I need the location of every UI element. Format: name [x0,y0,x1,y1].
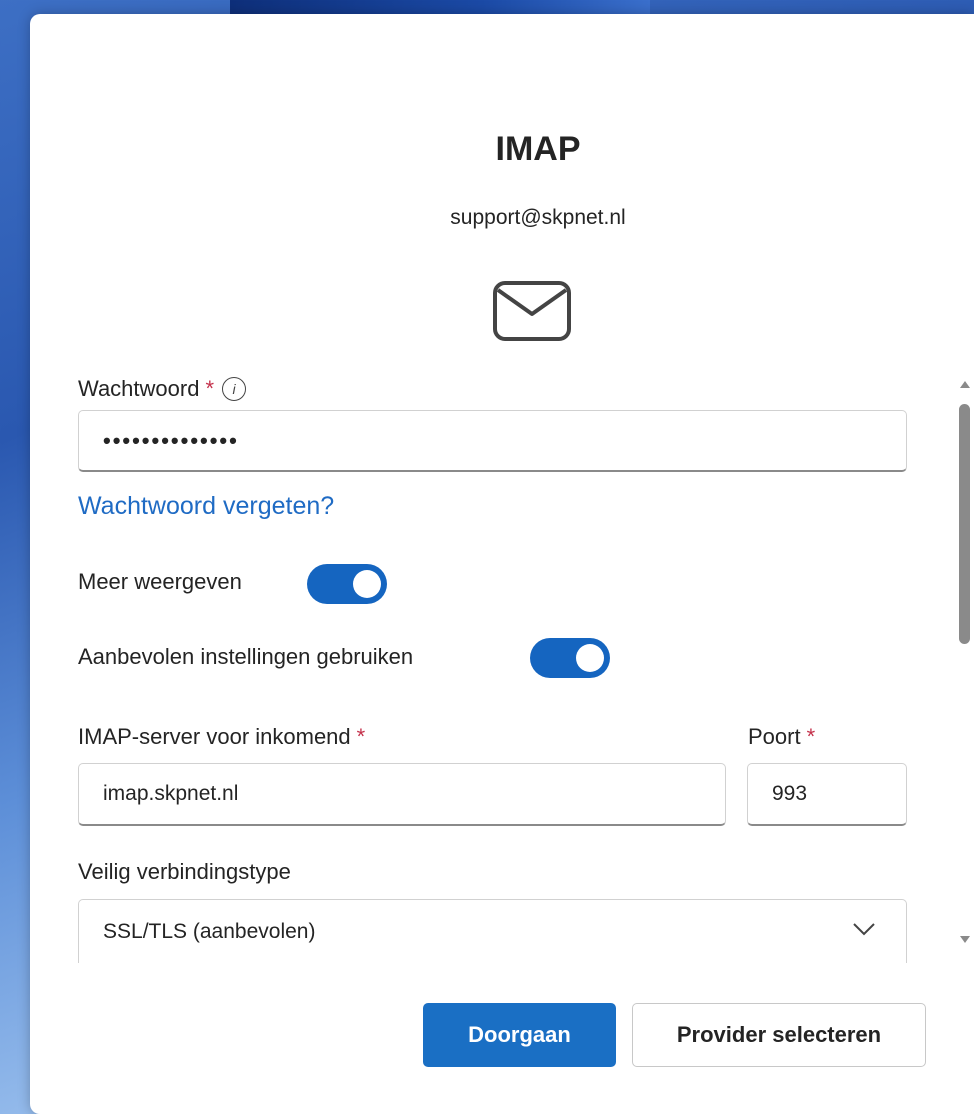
required-mark: * [806,724,816,749]
toggle-knob [353,570,381,598]
required-mark: * [205,376,215,401]
port-label-text: Poort [748,724,801,749]
port-input[interactable]: 993 [747,763,907,826]
imap-server-input[interactable]: imap.skpnet.nl [78,763,726,826]
required-mark: * [356,724,366,749]
chevron-down-icon [853,923,875,936]
password-label: Wachtwoord * i [78,376,247,402]
port-value: 993 [772,782,808,805]
connection-type-value: SSL/TLS (aanbevolen) [103,919,316,943]
password-field[interactable]: •••••••••••••• [78,410,907,472]
scroll-up-arrow[interactable] [960,381,970,388]
imap-server-label: IMAP-server voor inkomend * [78,724,365,750]
select-provider-button[interactable]: Provider selecteren [632,1003,926,1067]
recommended-settings-label: Aanbevolen instellingen gebruiken [78,644,414,669]
password-label-text: Wachtwoord [78,376,200,401]
password-value: •••••••••••••• [103,427,239,453]
scroll-down-arrow[interactable] [960,936,970,943]
mail-envelope-icon [493,281,571,341]
forgot-password-link[interactable]: Wachtwoord vergeten? [78,492,334,521]
imap-server-label-text: IMAP-server voor inkomend [78,724,351,749]
info-icon[interactable]: i [222,377,247,401]
toggle-knob [576,644,604,672]
account-email: support@skpnet.nl [450,206,626,229]
imap-server-value: imap.skpnet.nl [103,782,239,805]
continue-button[interactable]: Doorgaan [423,1003,616,1067]
show-more-label: Meer weergeven [78,569,242,594]
imap-settings-dialog: IMAP support@skpnet.nl Wachtwoord * i ••••… [30,14,974,1114]
show-more-toggle[interactable] [307,564,387,604]
scrollbar-thumb[interactable] [959,404,970,644]
dialog-title: IMAP [495,130,581,168]
connection-type-label: Veilig verbindingstype [78,859,291,884]
recommended-settings-toggle[interactable] [530,638,610,678]
port-label: Poort * [748,724,815,750]
connection-type-select[interactable]: SSL/TLS (aanbevolen) [78,899,907,963]
